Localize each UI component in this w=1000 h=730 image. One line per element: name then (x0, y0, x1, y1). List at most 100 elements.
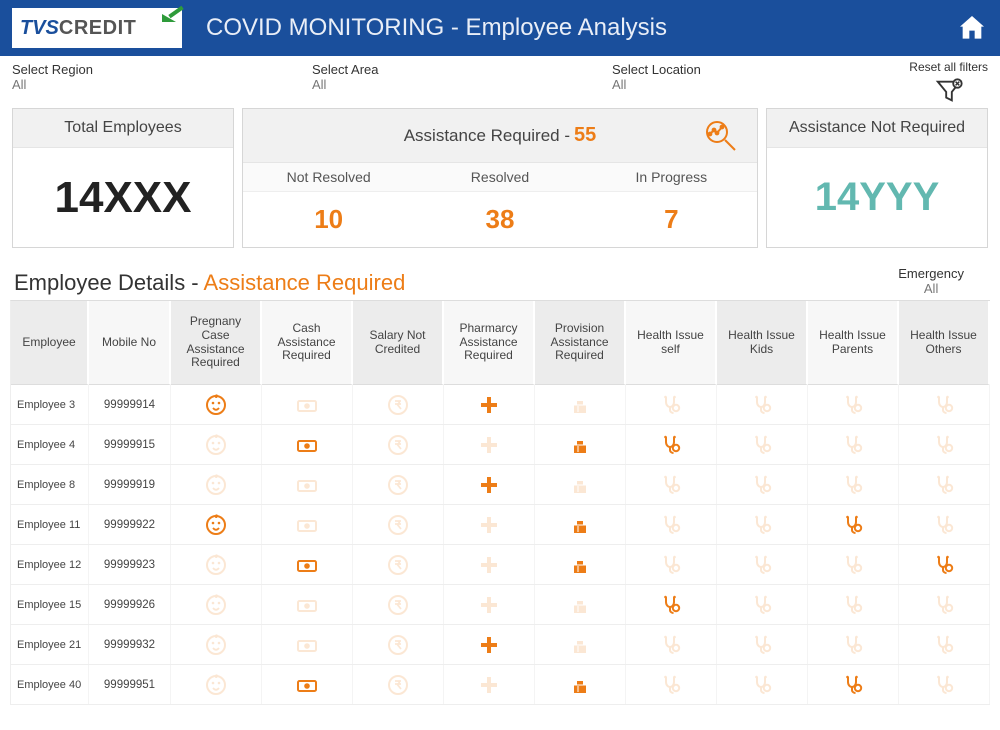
assist-col-resolved[interactable]: Resolved 38 (414, 163, 585, 247)
table-header-cell[interactable]: Salary Not Credited (353, 301, 444, 385)
reset-filters[interactable]: Reset all filters (909, 60, 988, 106)
kpi-cards-row: Total Employees 14XXX Assistance Require… (0, 102, 1000, 254)
table-header-cell[interactable]: Mobile No (89, 301, 171, 385)
card-total-employees-value: 14XXX (13, 148, 233, 247)
assist-col-label: Resolved (414, 163, 585, 192)
table-header-cell[interactable]: Pregnany Case Assistance Required (171, 301, 262, 385)
steth-icon (659, 393, 683, 417)
table-row[interactable]: Employee 399999914 (11, 385, 990, 425)
rupee-icon (386, 593, 410, 617)
table-header-cell[interactable]: Provision Assistance Required (535, 301, 626, 385)
cell-flag (353, 385, 444, 424)
cell-employee: Employee 40 (11, 665, 89, 704)
cell-flag (353, 545, 444, 584)
cell-flag (535, 425, 626, 464)
cell-flag (535, 625, 626, 664)
cell-flag (717, 505, 808, 544)
card-total-employees-title: Total Employees (13, 109, 233, 148)
steth-icon (659, 433, 683, 457)
cell-flag (444, 465, 535, 504)
steth-icon (841, 393, 865, 417)
table-row[interactable]: Employee 499999915 (11, 425, 990, 465)
app-header: TVSCREDIT COVID MONITORING - Employee An… (0, 0, 1000, 56)
table-header-cell[interactable]: Cash Assistance Required (262, 301, 353, 385)
cell-flag (353, 625, 444, 664)
steth-icon (750, 513, 774, 537)
cell-flag (899, 545, 990, 584)
cell-flag (899, 465, 990, 504)
table-header-cell[interactable]: Health Issue Kids (717, 301, 808, 385)
steth-icon (932, 473, 956, 497)
cell-flag (262, 505, 353, 544)
table-row[interactable]: Employee 899999919 (11, 465, 990, 505)
steth-icon (841, 673, 865, 697)
details-title-b: Assistance Required (204, 270, 406, 295)
steth-icon (659, 673, 683, 697)
assist-col-not-resolved[interactable]: Not Resolved 10 (243, 163, 414, 247)
provision-icon (568, 593, 592, 617)
cash-icon (295, 633, 319, 657)
table-row[interactable]: Employee 1599999926 (11, 585, 990, 625)
filter-emergency[interactable]: Emergency All (898, 266, 986, 296)
steth-icon (659, 593, 683, 617)
provision-icon (568, 673, 592, 697)
table-row[interactable]: Employee 1199999922 (11, 505, 990, 545)
assist-col-in-progress[interactable]: In Progress 7 (586, 163, 757, 247)
cell-flag (262, 585, 353, 624)
plus-icon (477, 553, 501, 577)
cell-flag (808, 665, 899, 704)
table-header-cell[interactable]: Health Issue self (626, 301, 717, 385)
provision-icon (568, 433, 592, 457)
cell-flag (899, 505, 990, 544)
details-title-a: Employee Details - (14, 270, 204, 295)
table-header-cell[interactable]: Health Issue Parents (808, 301, 899, 385)
cell-flag (899, 385, 990, 424)
cell-mobile: 99999922 (89, 505, 171, 544)
cell-flag (353, 665, 444, 704)
table-row[interactable]: Employee 4099999951 (11, 665, 990, 705)
baby-icon (204, 513, 228, 537)
reset-filters-icon[interactable] (934, 76, 964, 106)
cell-flag (262, 665, 353, 704)
filter-location-label: Select Location (612, 62, 912, 77)
table-header-cell[interactable]: Health Issue Others (899, 301, 990, 385)
table-header-cell[interactable]: Employee (11, 301, 89, 385)
rupee-icon (386, 553, 410, 577)
steth-icon (750, 673, 774, 697)
cell-flag (808, 385, 899, 424)
filter-location[interactable]: Select Location All (612, 62, 912, 92)
steth-icon (659, 473, 683, 497)
baby-icon (204, 473, 228, 497)
steth-icon (750, 593, 774, 617)
table-body[interactable]: Employee 399999914Employee 499999915Empl… (11, 385, 990, 705)
steth-icon (659, 553, 683, 577)
table-row[interactable]: Employee 1299999923 (11, 545, 990, 585)
steth-icon (841, 633, 865, 657)
cash-icon (295, 593, 319, 617)
table-header-cell[interactable]: Pharmarcy Assistance Required (444, 301, 535, 385)
home-icon[interactable] (956, 12, 988, 44)
steth-icon (841, 513, 865, 537)
cell-flag (717, 465, 808, 504)
steth-icon (750, 473, 774, 497)
cell-flag (535, 465, 626, 504)
logo-arrow-icon (168, 6, 183, 18)
cash-icon (295, 673, 319, 697)
cell-flag (535, 665, 626, 704)
cell-flag (626, 625, 717, 664)
plus-icon (477, 673, 501, 697)
table-row[interactable]: Employee 2199999932 (11, 625, 990, 665)
steth-icon (932, 393, 956, 417)
cell-employee: Employee 12 (11, 545, 89, 584)
assist-col-value: 38 (414, 192, 585, 247)
filter-area-label: Select Area (312, 62, 612, 77)
cell-mobile: 99999919 (89, 465, 171, 504)
card-assist-count: 55 (574, 124, 596, 147)
cell-flag (262, 465, 353, 504)
cell-flag (626, 425, 717, 464)
cell-employee: Employee 15 (11, 585, 89, 624)
cell-flag (535, 545, 626, 584)
logo-text-tvs: TVS (20, 17, 59, 40)
filter-area[interactable]: Select Area All (312, 62, 612, 92)
filter-region[interactable]: Select Region All (12, 62, 312, 92)
